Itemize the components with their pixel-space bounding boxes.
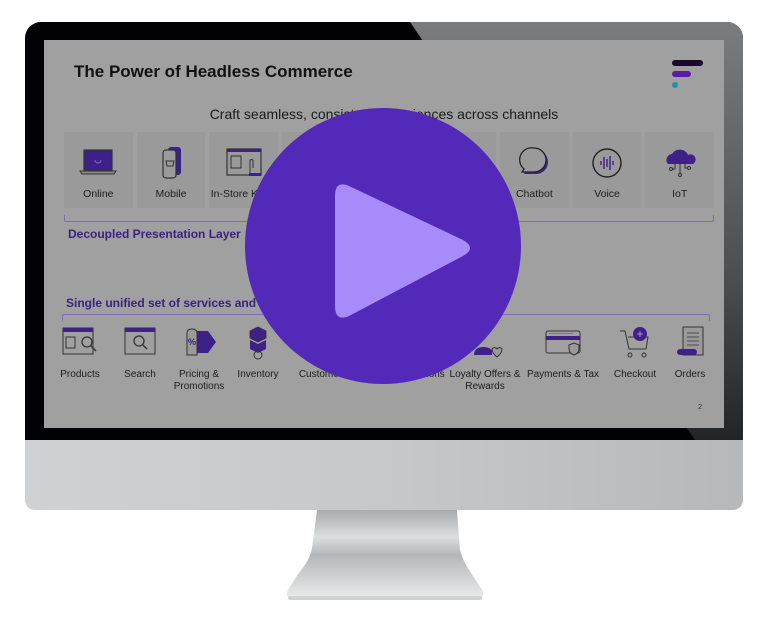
service-item: Checkout <box>604 325 666 392</box>
brand-logo <box>672 58 706 92</box>
service-label: Payments & Tax <box>526 369 600 380</box>
search-window-icon <box>124 327 156 355</box>
credit-card-shield-icon <box>545 330 581 356</box>
channel-card: Mobile <box>136 132 206 208</box>
channel-label: IoT <box>672 188 688 200</box>
mobile-cart-icon <box>162 147 181 179</box>
monitor-stand <box>286 510 484 600</box>
service-item: % Pricing & Promotions <box>170 325 228 392</box>
service-item: Search <box>110 325 170 392</box>
slide-title: The Power of Headless Commerce <box>74 62 353 81</box>
monitor-chin <box>25 440 743 510</box>
order-receipt-icon <box>677 326 704 356</box>
service-item: Payments & Tax <box>522 325 604 392</box>
service-label: Orders <box>674 369 706 380</box>
service-label: Checkout <box>613 369 657 380</box>
channel-card: Voice <box>572 132 642 208</box>
cloud-iot-icon <box>666 149 696 177</box>
service-label: Pricing & Promotions <box>173 369 225 392</box>
page-number: 2 <box>698 404 702 411</box>
channel-card: Online <box>64 132 133 208</box>
svg-text:%: % <box>188 337 196 347</box>
service-label: Products <box>60 369 100 380</box>
price-tag-icon: % <box>186 328 216 356</box>
cart-plus-icon <box>620 327 649 358</box>
service-item: Products <box>50 325 110 392</box>
laptop-icon <box>79 149 118 175</box>
service-item: Orders <box>666 325 714 392</box>
channel-label: Voice <box>594 188 620 200</box>
channel-label: Online <box>83 188 114 200</box>
channel-card: IoT <box>645 132 715 208</box>
presentation-layer-label: Decoupled Presentation Layer <box>68 227 241 241</box>
play-video-button[interactable] <box>245 108 521 384</box>
channel-label: Mobile <box>155 188 187 200</box>
service-label: Search <box>124 369 156 380</box>
channel-label: Chatbot <box>515 188 553 200</box>
play-icon <box>335 184 470 318</box>
voice-wave-icon <box>592 148 622 178</box>
product-browse-icon <box>62 327 97 355</box>
